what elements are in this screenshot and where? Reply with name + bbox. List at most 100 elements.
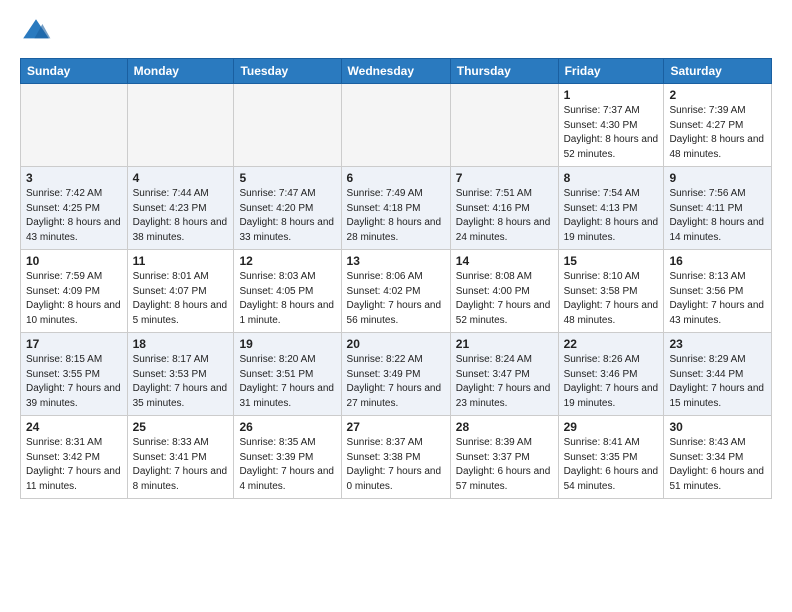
day-info: Sunrise: 8:13 AM Sunset: 3:56 PM Dayligh… <box>669 270 766 328</box>
day-info: Sunrise: 7:49 AM Sunset: 4:18 PM Dayligh… <box>347 187 445 245</box>
calendar-cell: 15 Sunrise: 8:10 AM Sunset: 3:58 PM Dayli… <box>558 250 664 333</box>
week-row-3: 10 Sunrise: 7:59 AM Sunset: 4:09 PM Dayli… <box>21 250 772 333</box>
day-number: 24 <box>26 420 122 434</box>
day-info: Sunrise: 8:06 AM Sunset: 4:02 PM Dayligh… <box>347 270 445 328</box>
day-info: Sunrise: 8:29 AM Sunset: 3:44 PM Dayligh… <box>669 353 766 411</box>
day-number: 20 <box>347 337 445 351</box>
logo <box>20 16 56 48</box>
day-info: Sunrise: 7:51 AM Sunset: 4:16 PM Dayligh… <box>456 187 553 245</box>
calendar-cell: 5 Sunrise: 7:47 AM Sunset: 4:20 PM Daylig… <box>234 167 341 250</box>
calendar-cell <box>450 84 558 167</box>
calendar-cell: 12 Sunrise: 8:03 AM Sunset: 4:05 PM Dayli… <box>234 250 341 333</box>
day-info: Sunrise: 8:03 AM Sunset: 4:05 PM Dayligh… <box>239 270 335 328</box>
calendar-cell: 8 Sunrise: 7:54 AM Sunset: 4:13 PM Daylig… <box>558 167 664 250</box>
calendar-cell: 4 Sunrise: 7:44 AM Sunset: 4:23 PM Daylig… <box>127 167 234 250</box>
day-number: 11 <box>133 254 229 268</box>
calendar-cell: 14Sunrise: 8:08 AM Sunset: 4:00 PM Dayli… <box>450 250 558 333</box>
calendar-cell: 11 Sunrise: 8:01 AM Sunset: 4:07 PM Dayli… <box>127 250 234 333</box>
calendar-cell: 13 Sunrise: 8:06 AM Sunset: 4:02 PM Dayli… <box>341 250 450 333</box>
calendar-cell: 29 Sunrise: 8:41 AM Sunset: 3:35 PM Dayli… <box>558 416 664 499</box>
day-number: 18 <box>133 337 229 351</box>
day-number: 16 <box>669 254 766 268</box>
day-info: Sunrise: 8:37 AM Sunset: 3:38 PM Dayligh… <box>347 436 445 494</box>
calendar-cell: 21Sunrise: 8:24 AM Sunset: 3:47 PM Dayli… <box>450 333 558 416</box>
calendar-cell: 9 Sunrise: 7:56 AM Sunset: 4:11 PM Daylig… <box>664 167 772 250</box>
calendar-cell: 25Sunrise: 8:33 AM Sunset: 3:41 PM Dayli… <box>127 416 234 499</box>
week-row-4: 17Sunrise: 8:15 AM Sunset: 3:55 PM Dayli… <box>21 333 772 416</box>
day-info: Sunrise: 8:31 AM Sunset: 3:42 PM Dayligh… <box>26 436 122 494</box>
weekday-header-saturday: Saturday <box>664 59 772 84</box>
day-number: 25 <box>133 420 229 434</box>
calendar-cell: 23 Sunrise: 8:29 AM Sunset: 3:44 PM Dayli… <box>664 333 772 416</box>
day-number: 12 <box>239 254 335 268</box>
day-info: Sunrise: 8:35 AM Sunset: 3:39 PM Dayligh… <box>239 436 335 494</box>
day-number: 7 <box>456 171 553 185</box>
calendar-cell: 30 Sunrise: 8:43 AM Sunset: 3:34 PM Dayli… <box>664 416 772 499</box>
calendar-cell: 3 Sunrise: 7:42 AM Sunset: 4:25 PM Daylig… <box>21 167 128 250</box>
logo-icon <box>20 16 52 48</box>
day-info: Sunrise: 8:43 AM Sunset: 3:34 PM Dayligh… <box>669 436 766 494</box>
day-number: 15 <box>564 254 659 268</box>
day-info: Sunrise: 7:59 AM Sunset: 4:09 PM Dayligh… <box>26 270 122 328</box>
calendar-cell: 2 Sunrise: 7:39 AM Sunset: 4:27 PM Daylig… <box>664 84 772 167</box>
calendar-cell: 1 Sunrise: 7:37 AM Sunset: 4:30 PM Daylig… <box>558 84 664 167</box>
calendar-cell: 16 Sunrise: 8:13 AM Sunset: 3:56 PM Dayli… <box>664 250 772 333</box>
weekday-header-row: SundayMondayTuesdayWednesdayThursdayFrid… <box>21 59 772 84</box>
day-number: 19 <box>239 337 335 351</box>
day-number: 9 <box>669 171 766 185</box>
day-info: Sunrise: 7:54 AM Sunset: 4:13 PM Dayligh… <box>564 187 659 245</box>
day-info: Sunrise: 7:44 AM Sunset: 4:23 PM Dayligh… <box>133 187 229 245</box>
calendar-cell: 19 Sunrise: 8:20 AM Sunset: 3:51 PM Dayli… <box>234 333 341 416</box>
day-info: Sunrise: 7:47 AM Sunset: 4:20 PM Dayligh… <box>239 187 335 245</box>
calendar-cell: 22Sunrise: 8:26 AM Sunset: 3:46 PM Dayli… <box>558 333 664 416</box>
day-number: 10 <box>26 254 122 268</box>
day-info: Sunrise: 8:01 AM Sunset: 4:07 PM Dayligh… <box>133 270 229 328</box>
day-number: 1 <box>564 88 659 102</box>
weekday-header-friday: Friday <box>558 59 664 84</box>
week-row-5: 24 Sunrise: 8:31 AM Sunset: 3:42 PM Dayli… <box>21 416 772 499</box>
header <box>20 16 772 48</box>
day-number: 8 <box>564 171 659 185</box>
day-number: 29 <box>564 420 659 434</box>
calendar-cell: 17Sunrise: 8:15 AM Sunset: 3:55 PM Dayli… <box>21 333 128 416</box>
calendar-cell: 24 Sunrise: 8:31 AM Sunset: 3:42 PM Dayli… <box>21 416 128 499</box>
calendar-cell: 27Sunrise: 8:37 AM Sunset: 3:38 PM Dayli… <box>341 416 450 499</box>
calendar-cell <box>341 84 450 167</box>
day-number: 4 <box>133 171 229 185</box>
weekday-header-monday: Monday <box>127 59 234 84</box>
day-info: Sunrise: 8:15 AM Sunset: 3:55 PM Dayligh… <box>26 353 122 411</box>
week-row-2: 3 Sunrise: 7:42 AM Sunset: 4:25 PM Daylig… <box>21 167 772 250</box>
day-number: 5 <box>239 171 335 185</box>
calendar-cell: 28Sunrise: 8:39 AM Sunset: 3:37 PM Dayli… <box>450 416 558 499</box>
day-info: Sunrise: 7:39 AM Sunset: 4:27 PM Dayligh… <box>669 104 766 162</box>
day-info: Sunrise: 8:39 AM Sunset: 3:37 PM Dayligh… <box>456 436 553 494</box>
day-number: 23 <box>669 337 766 351</box>
day-number: 30 <box>669 420 766 434</box>
calendar-cell: 20 Sunrise: 8:22 AM Sunset: 3:49 PM Dayli… <box>341 333 450 416</box>
day-number: 14 <box>456 254 553 268</box>
day-info: Sunrise: 7:37 AM Sunset: 4:30 PM Dayligh… <box>564 104 659 162</box>
calendar-cell: 10 Sunrise: 7:59 AM Sunset: 4:09 PM Dayli… <box>21 250 128 333</box>
week-row-1: 1 Sunrise: 7:37 AM Sunset: 4:30 PM Daylig… <box>21 84 772 167</box>
weekday-header-wednesday: Wednesday <box>341 59 450 84</box>
page: SundayMondayTuesdayWednesdayThursdayFrid… <box>0 0 792 612</box>
day-info: Sunrise: 7:56 AM Sunset: 4:11 PM Dayligh… <box>669 187 766 245</box>
calendar-cell: 7 Sunrise: 7:51 AM Sunset: 4:16 PM Daylig… <box>450 167 558 250</box>
calendar-cell <box>21 84 128 167</box>
day-number: 22 <box>564 337 659 351</box>
day-info: Sunrise: 7:42 AM Sunset: 4:25 PM Dayligh… <box>26 187 122 245</box>
day-info: Sunrise: 8:41 AM Sunset: 3:35 PM Dayligh… <box>564 436 659 494</box>
day-number: 2 <box>669 88 766 102</box>
calendar: SundayMondayTuesdayWednesdayThursdayFrid… <box>20 58 772 499</box>
day-number: 26 <box>239 420 335 434</box>
calendar-cell: 6Sunrise: 7:49 AM Sunset: 4:18 PM Daylig… <box>341 167 450 250</box>
day-info: Sunrise: 8:20 AM Sunset: 3:51 PM Dayligh… <box>239 353 335 411</box>
day-number: 13 <box>347 254 445 268</box>
day-info: Sunrise: 8:22 AM Sunset: 3:49 PM Dayligh… <box>347 353 445 411</box>
weekday-header-sunday: Sunday <box>21 59 128 84</box>
day-number: 3 <box>26 171 122 185</box>
calendar-cell: 18Sunrise: 8:17 AM Sunset: 3:53 PM Dayli… <box>127 333 234 416</box>
calendar-cell <box>127 84 234 167</box>
day-info: Sunrise: 8:10 AM Sunset: 3:58 PM Dayligh… <box>564 270 659 328</box>
weekday-header-thursday: Thursday <box>450 59 558 84</box>
